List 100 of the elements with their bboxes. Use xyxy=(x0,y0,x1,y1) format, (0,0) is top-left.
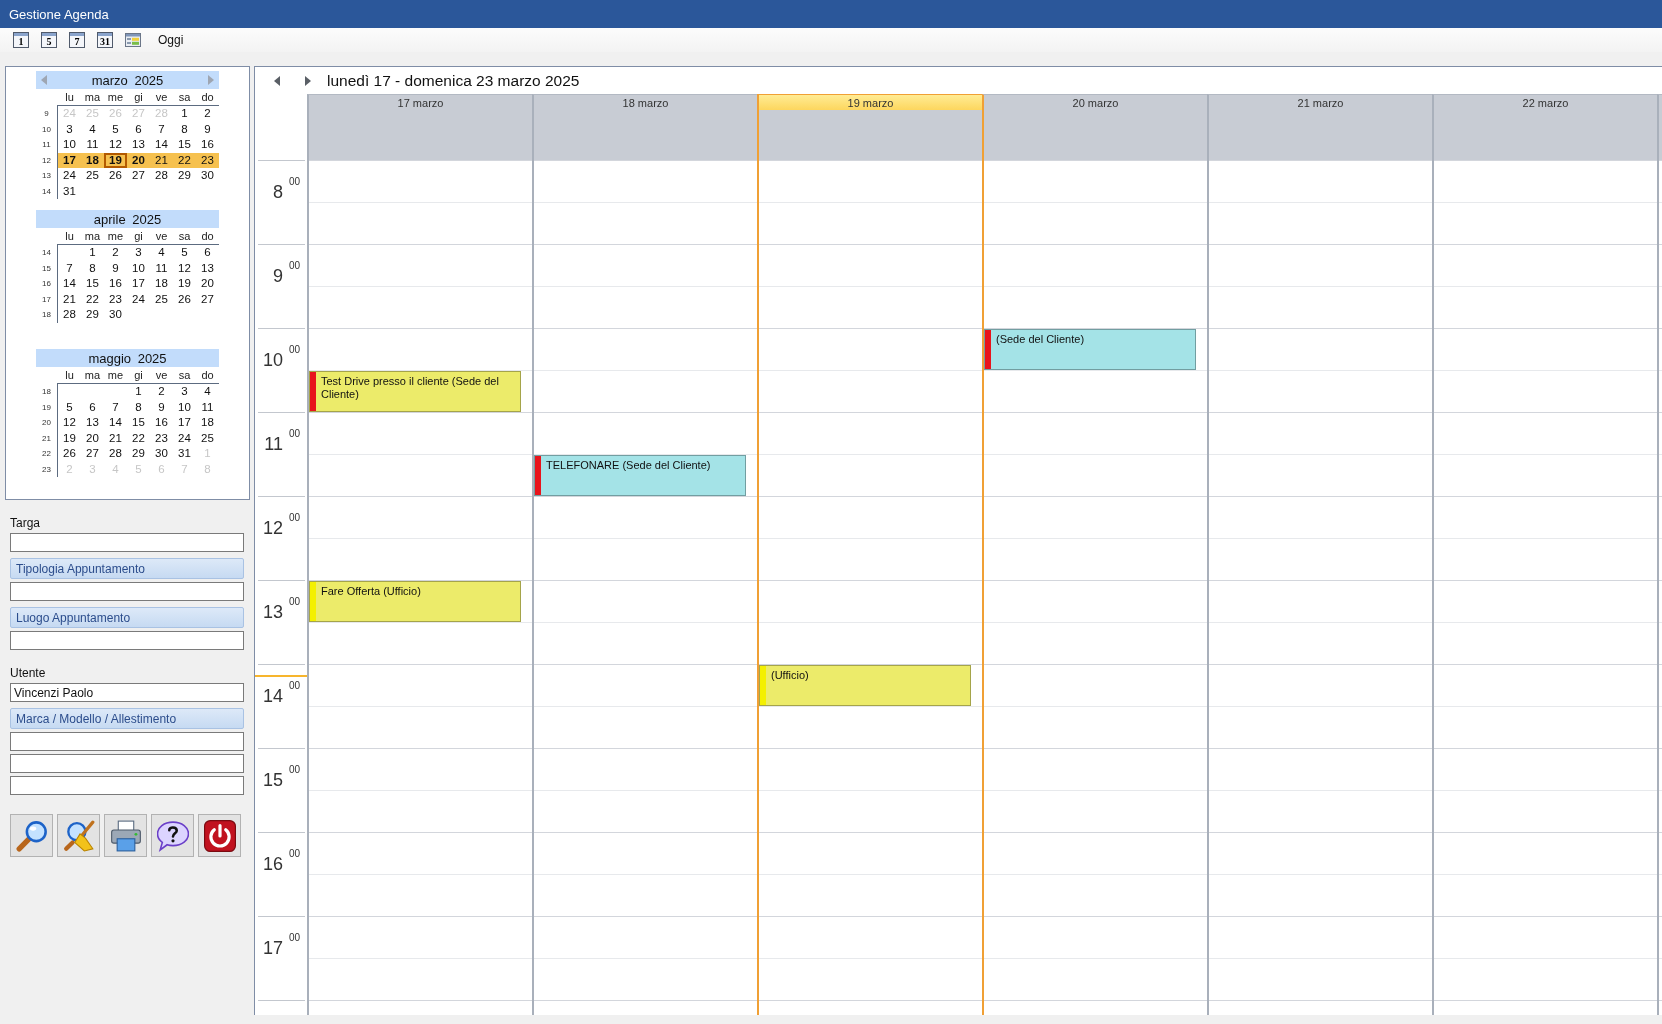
calendar-day[interactable]: 4 xyxy=(81,121,104,137)
calendar-day[interactable]: 15 xyxy=(127,415,150,431)
next-arrow-icon[interactable] xyxy=(305,75,311,86)
calendar-day[interactable]: 8 xyxy=(81,260,104,276)
calendar-day[interactable]: 16 xyxy=(196,137,219,153)
calendar-day[interactable]: 12 xyxy=(104,137,127,153)
calendar-day[interactable]: 27 xyxy=(81,446,104,462)
calendar-day[interactable]: 26 xyxy=(58,446,81,462)
calendar-day[interactable]: 3 xyxy=(58,121,81,137)
calendar-day[interactable]: 7 xyxy=(104,399,127,415)
calendar-day[interactable]: 21 xyxy=(58,291,81,307)
calendar-day[interactable]: 11 xyxy=(196,399,219,415)
filter-header-button[interactable]: Marca / Modello / Allestimento xyxy=(10,708,244,729)
calendar-day[interactable]: 20 xyxy=(81,430,104,446)
calendar-day[interactable]: 22 xyxy=(173,152,196,168)
calendar-day[interactable]: 1 xyxy=(127,384,150,400)
calendar-day[interactable]: 29 xyxy=(173,168,196,184)
calendar-day[interactable]: 2 xyxy=(196,106,219,122)
calendar-day[interactable]: 8 xyxy=(127,399,150,415)
text-field[interactable] xyxy=(10,631,244,650)
calendar-day[interactable]: 28 xyxy=(150,168,173,184)
calendar-day[interactable]: 9 xyxy=(196,121,219,137)
calendar-day[interactable]: 11 xyxy=(150,260,173,276)
calendar-day[interactable]: 17 xyxy=(127,276,150,292)
calendar-day[interactable]: 13 xyxy=(196,260,219,276)
calendar-day[interactable]: 18 xyxy=(196,415,219,431)
calendar-day[interactable]: 28 xyxy=(58,307,81,323)
calendar-day[interactable]: 26 xyxy=(173,291,196,307)
calendar-day[interactable]: 31 xyxy=(58,183,81,199)
calendar-day[interactable]: 24 xyxy=(127,291,150,307)
calendar-day[interactable]: 15 xyxy=(81,276,104,292)
calendar-day[interactable]: 17 xyxy=(173,415,196,431)
calendar-day[interactable]: 3 xyxy=(173,384,196,400)
text-field[interactable] xyxy=(10,754,244,773)
calendar-day[interactable]: 4 xyxy=(196,384,219,400)
calendar-day[interactable]: 5 xyxy=(58,399,81,415)
text-field[interactable]: Vincenzi Paolo xyxy=(10,683,244,702)
today-button[interactable]: Oggi xyxy=(156,33,186,47)
calendar-day[interactable]: 9 xyxy=(104,260,127,276)
calendar-day[interactable]: 10 xyxy=(173,399,196,415)
clear-search-button[interactable] xyxy=(57,814,100,857)
text-field[interactable] xyxy=(10,582,244,601)
calendar-day[interactable]: 6 xyxy=(127,121,150,137)
filter-header-button[interactable]: Tipologia Appuntamento xyxy=(10,558,244,579)
calendar-day[interactable]: 15 xyxy=(173,137,196,153)
calendar-day[interactable]: 30 xyxy=(196,168,219,184)
calendar-day[interactable]: 19 xyxy=(58,430,81,446)
calendar-day[interactable]: 17 xyxy=(58,152,81,168)
text-field[interactable] xyxy=(10,776,244,795)
calendar-day[interactable]: 30 xyxy=(150,446,173,462)
calendar-day[interactable]: 20 xyxy=(127,152,150,168)
calendar-day[interactable]: 29 xyxy=(127,446,150,462)
calendar-day[interactable]: 14 xyxy=(58,276,81,292)
calendar-day[interactable]: 23 xyxy=(196,152,219,168)
calendar-day[interactable]: 6 xyxy=(81,399,104,415)
calendar-day[interactable]: 2 xyxy=(104,245,127,261)
calendar-day[interactable]: 30 xyxy=(104,307,127,323)
calendar-day[interactable]: 11 xyxy=(81,137,104,153)
filter-header-button[interactable]: Luogo Appuntamento xyxy=(10,607,244,628)
calendar-day[interactable]: 9 xyxy=(150,399,173,415)
calendar-day[interactable]: 6 xyxy=(196,245,219,261)
calendar-day[interactable]: 25 xyxy=(81,168,104,184)
calendar-day[interactable]: 27 xyxy=(127,168,150,184)
power-button[interactable] xyxy=(198,814,241,857)
text-field[interactable] xyxy=(10,533,244,552)
text-field[interactable] xyxy=(10,732,244,751)
calendar-day[interactable]: 8 xyxy=(173,121,196,137)
calendar-day[interactable]: 12 xyxy=(58,415,81,431)
calendar-view-button[interactable]: 1 xyxy=(13,32,29,48)
calendar-day[interactable]: 7 xyxy=(58,260,81,276)
calendar-day[interactable]: 16 xyxy=(150,415,173,431)
calendar-day[interactable]: 26 xyxy=(104,168,127,184)
calendar-day[interactable]: 19 xyxy=(173,276,196,292)
calendar-day[interactable]: 23 xyxy=(150,430,173,446)
calendar-day[interactable]: 27 xyxy=(196,291,219,307)
calendar-day[interactable]: 1 xyxy=(173,106,196,122)
calendar-day[interactable]: 28 xyxy=(104,446,127,462)
calendar-day[interactable]: 14 xyxy=(104,415,127,431)
appointment[interactable]: TELEFONARE (Sede del Cliente) xyxy=(534,455,746,496)
calendar-day[interactable]: 21 xyxy=(150,152,173,168)
calendar-day[interactable]: 4 xyxy=(150,245,173,261)
calendar-day[interactable]: 29 xyxy=(81,307,104,323)
calendar-day[interactable]: 13 xyxy=(127,137,150,153)
calendar-day[interactable]: 10 xyxy=(127,260,150,276)
calendar-day[interactable]: 10 xyxy=(58,137,81,153)
calendar-view-button[interactable]: 7 xyxy=(69,32,85,48)
calendar-day[interactable]: 22 xyxy=(81,291,104,307)
calendar-day[interactable]: 22 xyxy=(127,430,150,446)
appointment[interactable]: (Ufficio) xyxy=(759,665,971,706)
calendar-day[interactable]: 5 xyxy=(173,245,196,261)
calendar-day[interactable]: 20 xyxy=(196,276,219,292)
prev-arrow-icon[interactable] xyxy=(274,75,280,86)
calendar-day[interactable]: 31 xyxy=(173,446,196,462)
calendar-view-button[interactable]: 31 xyxy=(97,32,113,48)
appointment[interactable]: (Sede del Cliente) xyxy=(984,329,1196,370)
calendar-day[interactable]: 25 xyxy=(196,430,219,446)
calendar-day[interactable]: 13 xyxy=(81,415,104,431)
appointment[interactable]: Fare Offerta (Ufficio) xyxy=(309,581,521,622)
calendar-day[interactable]: 1 xyxy=(81,245,104,261)
calendar-day[interactable]: 18 xyxy=(81,152,104,168)
